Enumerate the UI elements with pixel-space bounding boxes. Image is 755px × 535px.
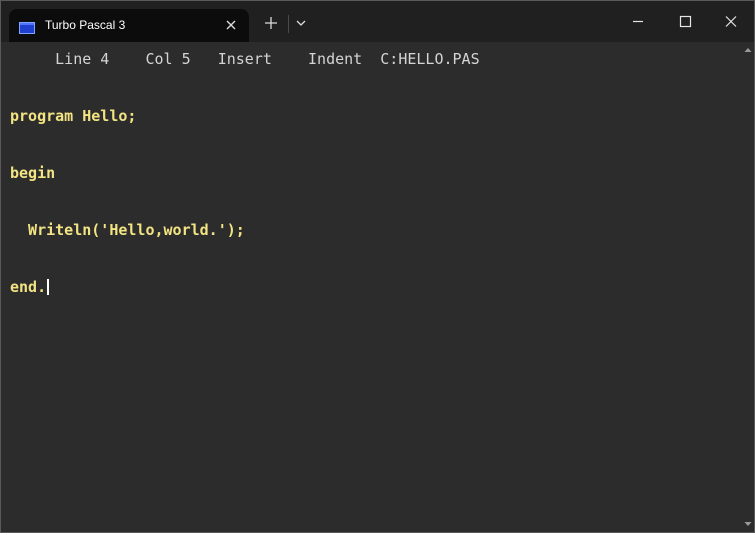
status-indent: Indent (308, 50, 363, 68)
code-line: Writeln('Hello,world.'); (10, 221, 245, 239)
scroll-down-button[interactable] (742, 516, 754, 535)
terminal-icon (19, 19, 35, 34)
status-filename: C:HELLO.PAS (380, 50, 480, 68)
plus-icon (265, 17, 277, 29)
code-line: program Hello; (10, 107, 137, 125)
close-window-button[interactable] (707, 1, 753, 42)
maximize-button[interactable] (661, 1, 707, 42)
editor-area[interactable]: Line 4 Col 5 Insert Indent C:HELLO.PAS p… (1, 42, 742, 532)
maximize-icon (679, 15, 692, 28)
scroll-up-icon (744, 48, 752, 52)
tab-turbo-pascal[interactable]: Turbo Pascal 3 (9, 9, 249, 42)
code-line: begin (10, 164, 56, 182)
text-cursor (47, 279, 50, 295)
vertical-scrollbar[interactable] (742, 42, 754, 532)
tab-dropdown-button[interactable] (289, 11, 313, 35)
terminal-window: Turbo Pascal 3 Line 4 Col 5 Insert Inden… (0, 0, 755, 533)
status-insert-mode: Insert (217, 50, 272, 68)
code-line: end. (10, 278, 47, 296)
title-bar[interactable]: Turbo Pascal 3 (1, 1, 754, 42)
code-text[interactable]: program Hello; begin Writeln('Hello,worl… (10, 69, 245, 335)
status-line-number: Line 4 (55, 50, 110, 68)
chevron-down-icon (296, 20, 306, 26)
status-column: Col 5 (145, 50, 191, 68)
minimize-button[interactable] (615, 1, 661, 42)
code-line-cursor: end. (10, 278, 245, 297)
close-icon (226, 20, 236, 30)
close-tab-button[interactable] (219, 13, 243, 37)
minimize-icon (633, 20, 643, 23)
new-tab-button[interactable] (259, 11, 283, 35)
scroll-down-icon (744, 522, 752, 526)
scroll-up-button[interactable] (742, 42, 754, 61)
tab-title: Turbo Pascal 3 (45, 18, 126, 32)
close-icon (725, 16, 737, 27)
status-line: Line 4 Col 5 Insert Indent C:HELLO.PAS (10, 50, 480, 69)
